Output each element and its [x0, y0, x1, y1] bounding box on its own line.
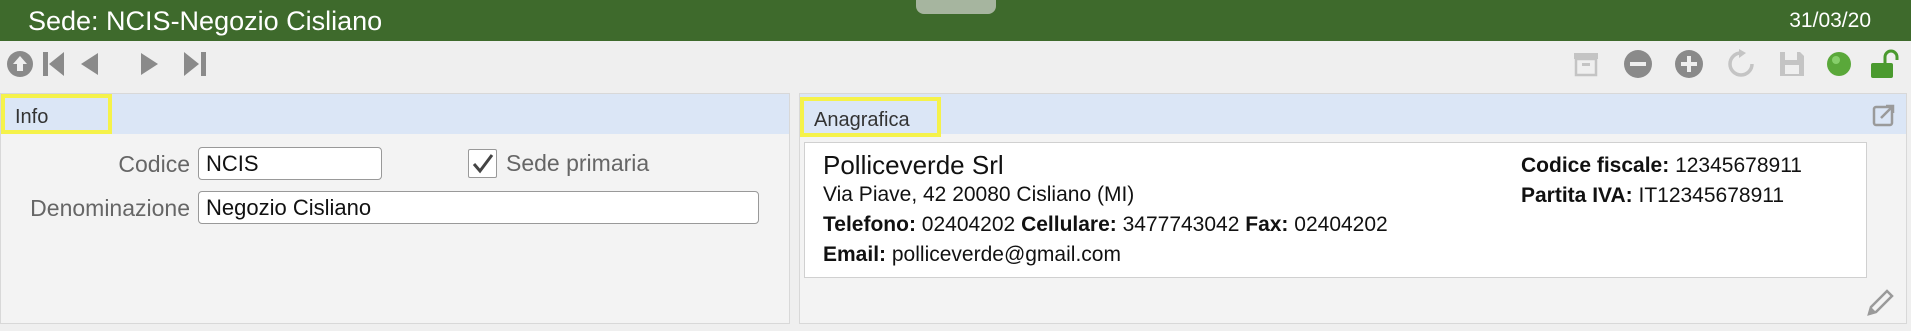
- status-indicator-icon: [1822, 47, 1856, 81]
- cellulare-value: 3477743042: [1122, 213, 1240, 236]
- sede-primaria-checkbox[interactable]: [468, 149, 497, 178]
- next-record-icon[interactable]: [133, 47, 167, 81]
- partita-iva-line: Partita IVA: IT12345678911: [1521, 184, 1784, 208]
- open-link-icon[interactable]: [1871, 102, 1897, 128]
- up-circle-icon[interactable]: [3, 47, 37, 81]
- remove-icon[interactable]: [1621, 47, 1655, 81]
- sede-primaria-label: Sede primaria: [506, 150, 650, 176]
- codice-fiscale-label: Codice fiscale:: [1521, 154, 1670, 177]
- email-label: Email:: [823, 243, 887, 266]
- fax-label: Fax:: [1245, 213, 1289, 236]
- codice-field[interactable]: NCIS: [198, 147, 382, 180]
- tab-info[interactable]: Info: [1, 94, 112, 134]
- info-panel-header: Info: [1, 94, 789, 134]
- contact-line: Telefono: 02404202 Cellulare: 3477743042…: [823, 213, 1388, 237]
- email-line: Email: polliceverde@gmail.com: [823, 243, 1121, 267]
- email-value: polliceverde@gmail.com: [891, 243, 1121, 266]
- partita-iva-label: Partita IVA:: [1521, 184, 1633, 207]
- fax-value: 02404202: [1294, 213, 1388, 236]
- cellulare-label: Cellulare:: [1021, 213, 1117, 236]
- codice-fiscale-value: 12345678911: [1675, 154, 1802, 177]
- previous-record-icon[interactable]: [72, 47, 106, 81]
- unlock-icon[interactable]: [1867, 47, 1901, 81]
- window-title: Sede: NCIS-Negozio Cisliano: [28, 6, 383, 36]
- company-address: Via Piave, 42 20080 Cisliano (MI): [823, 183, 1135, 206]
- archive-icon[interactable]: [1569, 47, 1603, 81]
- title-bar: Sede: NCIS-Negozio Cisliano 31/03/20: [0, 0, 1911, 41]
- toolbar: [0, 41, 1911, 87]
- drag-handle[interactable]: [916, 0, 996, 14]
- date-display: 31/03/20: [1789, 9, 1871, 32]
- telefono-label: Telefono:: [823, 213, 916, 236]
- telefono-value: 02404202: [921, 213, 1016, 236]
- codice-fiscale-line: Codice fiscale: 12345678911: [1521, 154, 1802, 178]
- first-record-icon[interactable]: [37, 47, 71, 81]
- last-record-icon[interactable]: [178, 47, 212, 81]
- denominazione-label: Denominazione: [30, 195, 190, 221]
- edit-pencil-icon[interactable]: [1863, 286, 1897, 320]
- partita-iva-value: IT12345678911: [1638, 184, 1785, 207]
- refresh-icon[interactable]: [1724, 47, 1758, 81]
- save-icon[interactable]: [1775, 47, 1809, 81]
- company-name: Polliceverde Srl: [823, 150, 1004, 180]
- add-icon[interactable]: [1672, 47, 1706, 81]
- denominazione-field[interactable]: Negozio Cisliano: [198, 191, 759, 224]
- anagrafica-panel-header: Anagrafica: [800, 94, 1906, 137]
- codice-label: Codice: [118, 151, 190, 177]
- tab-anagrafica[interactable]: Anagrafica: [800, 97, 941, 137]
